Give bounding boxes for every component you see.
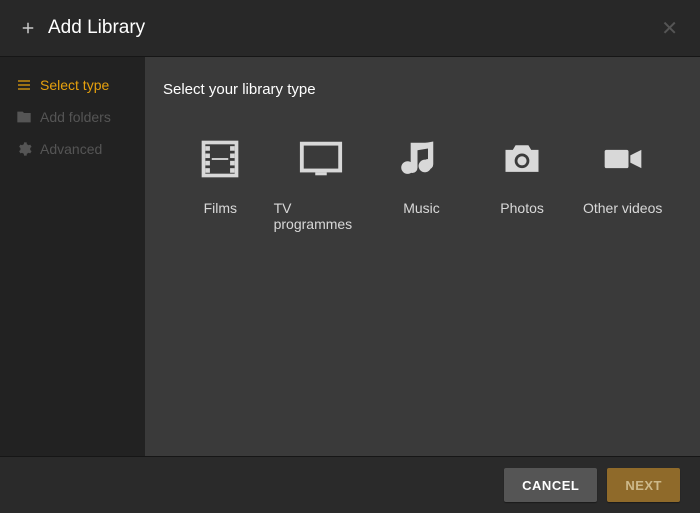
library-type-label: Films [204,200,237,216]
library-type-prompt: Select your library type [163,81,680,98]
sidebar-item-label: Advanced [40,141,102,157]
dialog-footer: CANCEL NEXT [0,456,700,513]
music-icon [396,134,446,184]
library-type-music[interactable]: Music [374,134,469,232]
add-library-dialog: Add Library ✕ Select type Add folders [0,0,700,513]
next-button[interactable]: NEXT [607,468,680,502]
sidebar: Select type Add folders Advanced [0,57,145,458]
library-type-films[interactable]: Films [173,134,268,232]
library-type-label: Other videos [583,200,662,216]
sidebar-item-label: Add folders [40,109,111,125]
close-icon[interactable]: ✕ [657,12,682,45]
library-type-label: Photos [500,200,544,216]
sidebar-item-select-type[interactable]: Select type [0,69,145,101]
camera-icon [497,134,547,184]
dialog-header: Add Library ✕ [0,0,700,57]
sidebar-item-advanced: Advanced [0,133,145,165]
sidebar-item-label: Select type [40,77,109,93]
plus-icon [18,18,38,38]
sidebar-item-add-folders: Add folders [0,101,145,133]
dialog-body: Select type Add folders Advanced Select … [0,57,700,458]
cancel-button[interactable]: CANCEL [504,468,597,502]
dialog-title: Add Library [48,17,145,39]
main-panel: Select your library type Films [145,57,700,458]
video-camera-icon [598,134,648,184]
library-type-photos[interactable]: Photos [475,134,570,232]
film-icon [195,134,245,184]
library-type-other-videos[interactable]: Other videos [575,134,670,232]
library-type-list: Films TV programmes [163,134,680,232]
library-type-label: TV programmes [274,200,369,232]
list-icon [16,77,32,93]
folder-icon [16,109,32,125]
gear-icon [16,141,32,157]
library-type-label: Music [403,200,440,216]
library-type-tv[interactable]: TV programmes [274,134,369,232]
tv-icon [296,134,346,184]
